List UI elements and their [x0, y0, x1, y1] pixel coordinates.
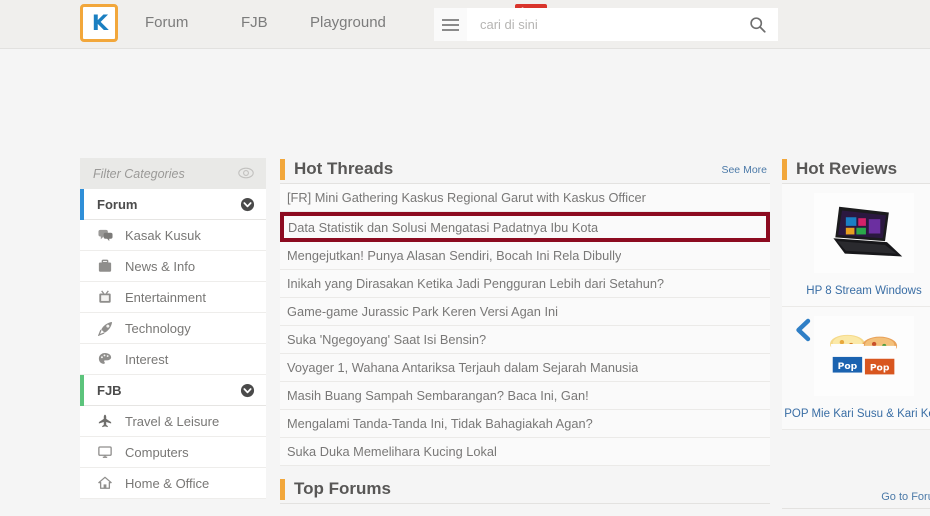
thread-item-highlighted[interactable]: Data Statistik dan Solusi Mengatasi Pada…	[280, 212, 770, 242]
sidebar-group-forum[interactable]: Forum	[80, 189, 266, 220]
sidebar-item-label: Computers	[125, 444, 189, 460]
home-icon	[97, 475, 113, 491]
thread-item[interactable]: Suka 'Ngegoyang' Saat Isi Bensin?	[280, 326, 770, 354]
sidebar-item-news-info[interactable]: News & Info	[80, 251, 266, 282]
see-more-link[interactable]: See More	[721, 164, 767, 176]
search-input[interactable]	[480, 8, 735, 41]
thread-item[interactable]: Mengalami Tanda-Tanda Ini, Tidak Bahagia…	[280, 410, 770, 438]
sidebar-item-label: Home & Office	[125, 475, 210, 491]
thread-title: Game-game Jurassic Park Keren Versi Agan…	[287, 304, 558, 319]
thread-item[interactable]: Inikah yang Dirasakan Ketika Jadi Penggu…	[280, 270, 770, 298]
review-title[interactable]: HP 8 Stream Windows	[782, 273, 930, 306]
main-content: Hot Threads See More [FR] Mini Gathering…	[280, 155, 770, 504]
hamburger-icon[interactable]	[434, 8, 467, 41]
site-header: K Forum FJB Playground 1 NEW	[0, 0, 930, 49]
hamburger-line	[442, 28, 459, 31]
hot-reviews-panel: Hot Reviews HP 8 Stream Windows Pop Pop …	[782, 155, 930, 509]
hot-reviews-title: Hot Reviews	[796, 158, 898, 178]
sidebar-item-label: Entertainment	[125, 289, 206, 305]
logo-letter: K	[91, 10, 108, 35]
chevron-left-icon[interactable]	[793, 318, 815, 342]
group-accent-bar	[80, 375, 84, 406]
top-forums-header: Top Forums	[280, 475, 770, 504]
airplane-icon	[97, 413, 113, 429]
sidebar-item-label: Interest	[125, 351, 169, 367]
svg-text:Pop: Pop	[838, 361, 858, 372]
thread-title: [FR] Mini Gathering Kaskus Regional Garu…	[287, 190, 646, 205]
svg-text:Pop: Pop	[870, 363, 890, 374]
briefcase-icon	[97, 258, 113, 274]
sidebar-item-label: Kasak Kusuk	[125, 227, 201, 243]
hot-reviews-header: Hot Reviews	[782, 155, 930, 184]
nav-item-forum[interactable]: Forum	[145, 14, 188, 31]
thread-item[interactable]: [FR] Mini Gathering Kaskus Regional Garu…	[280, 184, 770, 212]
thread-item[interactable]: Masih Buang Sampah Sembarangan? Baca Ini…	[280, 382, 770, 410]
sidebar-item-computers[interactable]: Computers	[80, 437, 266, 468]
sidebar-item-technology[interactable]: Technology	[80, 313, 266, 344]
group-accent-bar	[80, 189, 84, 220]
thread-title: Suka 'Ngegoyang' Saat Isi Bensin?	[287, 332, 487, 347]
section-accent-bar	[280, 158, 285, 180]
panel-divider	[782, 508, 930, 509]
section-accent-bar	[782, 158, 787, 180]
filter-categories-input[interactable]	[93, 166, 213, 181]
category-sidebar: Forum Kasak Kusuk News & Info	[80, 158, 266, 499]
top-forums-title: Top Forums	[294, 478, 391, 498]
go-to-forum-link[interactable]: Go to Forum	[881, 491, 930, 503]
sidebar-item-kasak-kusuk[interactable]: Kasak Kusuk	[80, 220, 266, 251]
search-icon[interactable]	[749, 16, 766, 33]
sidebar-item-entertainment[interactable]: Entertainment	[80, 282, 266, 313]
sidebar-group-fjb[interactable]: FJB	[80, 375, 266, 406]
sidebar-item-label: Travel & Leisure	[125, 413, 220, 429]
search-bar	[467, 8, 778, 41]
thread-title: Voyager 1, Wahana Antariksa Terjauh dala…	[287, 360, 639, 375]
monitor-icon	[97, 444, 113, 460]
eye-icon[interactable]	[238, 166, 254, 180]
palette-icon	[97, 351, 113, 367]
chat-bubbles-icon	[97, 227, 113, 243]
sidebar-item-label: Technology	[125, 320, 191, 336]
thread-item[interactable]: Voyager 1, Wahana Antariksa Terjauh dala…	[280, 354, 770, 382]
hamburger-line	[442, 23, 459, 26]
filter-categories-row	[80, 158, 266, 189]
thread-item[interactable]: Mengejutkan! Punya Alasan Sendiri, Bocah…	[280, 242, 770, 270]
sidebar-item-interest[interactable]: Interest	[80, 344, 266, 375]
thread-item[interactable]: Game-game Jurassic Park Keren Versi Agan…	[280, 298, 770, 326]
thread-item[interactable]: Suka Duka Memelihara Kucing Lokal	[280, 438, 770, 466]
thread-title: Suka Duka Memelihara Kucing Lokal	[287, 444, 497, 459]
kaskus-logo[interactable]: K	[80, 4, 118, 42]
cup-noodles-image: Pop Pop	[814, 316, 914, 396]
hamburger-line	[442, 18, 459, 21]
rocket-icon	[97, 320, 113, 336]
review-title[interactable]: POP Mie Kari Susu & Kari Keju	[782, 396, 930, 429]
sidebar-item-travel-leisure[interactable]: Travel & Leisure	[80, 406, 266, 437]
section-accent-bar	[280, 478, 285, 500]
laptop-image	[814, 193, 914, 273]
sidebar-group-label: Forum	[97, 196, 138, 212]
nav-item-playground[interactable]: Playground	[310, 14, 386, 31]
tv-icon	[97, 289, 113, 305]
sidebar-item-home-office[interactable]: Home & Office	[80, 468, 266, 499]
chevron-down-icon[interactable]	[240, 383, 255, 398]
chevron-down-icon[interactable]	[240, 197, 255, 212]
thread-title: Mengalami Tanda-Tanda Ini, Tidak Bahagia…	[287, 416, 593, 431]
thread-title: Mengejutkan! Punya Alasan Sendiri, Bocah…	[287, 248, 622, 263]
thread-title: Inikah yang Dirasakan Ketika Jadi Penggu…	[287, 276, 665, 291]
review-card[interactable]: HP 8 Stream Windows	[782, 184, 930, 307]
sidebar-item-label: News & Info	[125, 258, 196, 274]
thread-title: Data Statistik dan Solusi Mengatasi Pada…	[288, 219, 599, 235]
thread-title: Masih Buang Sampah Sembarangan? Baca Ini…	[287, 388, 589, 403]
hot-threads-title: Hot Threads	[294, 158, 394, 178]
sidebar-group-label: FJB	[97, 382, 122, 398]
nav-item-fjb[interactable]: FJB	[241, 14, 268, 31]
hot-threads-header: Hot Threads See More	[280, 155, 770, 184]
